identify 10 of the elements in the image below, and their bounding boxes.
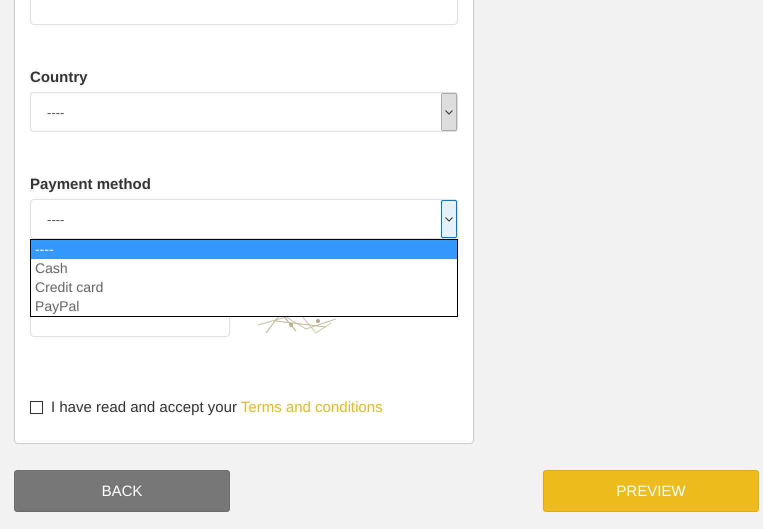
consent-text: I have read and accept your Terms and conditions <box>51 399 383 416</box>
checkbox[interactable] <box>30 401 43 414</box>
chevron-down-icon <box>445 216 453 222</box>
field-label: Payment method <box>30 176 151 193</box>
back-button[interactable]: BACK <box>14 470 230 512</box>
field-label: Country <box>30 69 88 86</box>
dropdown-option[interactable]: ---- <box>31 240 457 259</box>
chevron-down-icon <box>445 110 453 114</box>
select-field[interactable]: ---- <box>30 199 458 239</box>
select-field[interactable]: ---- <box>30 92 458 132</box>
